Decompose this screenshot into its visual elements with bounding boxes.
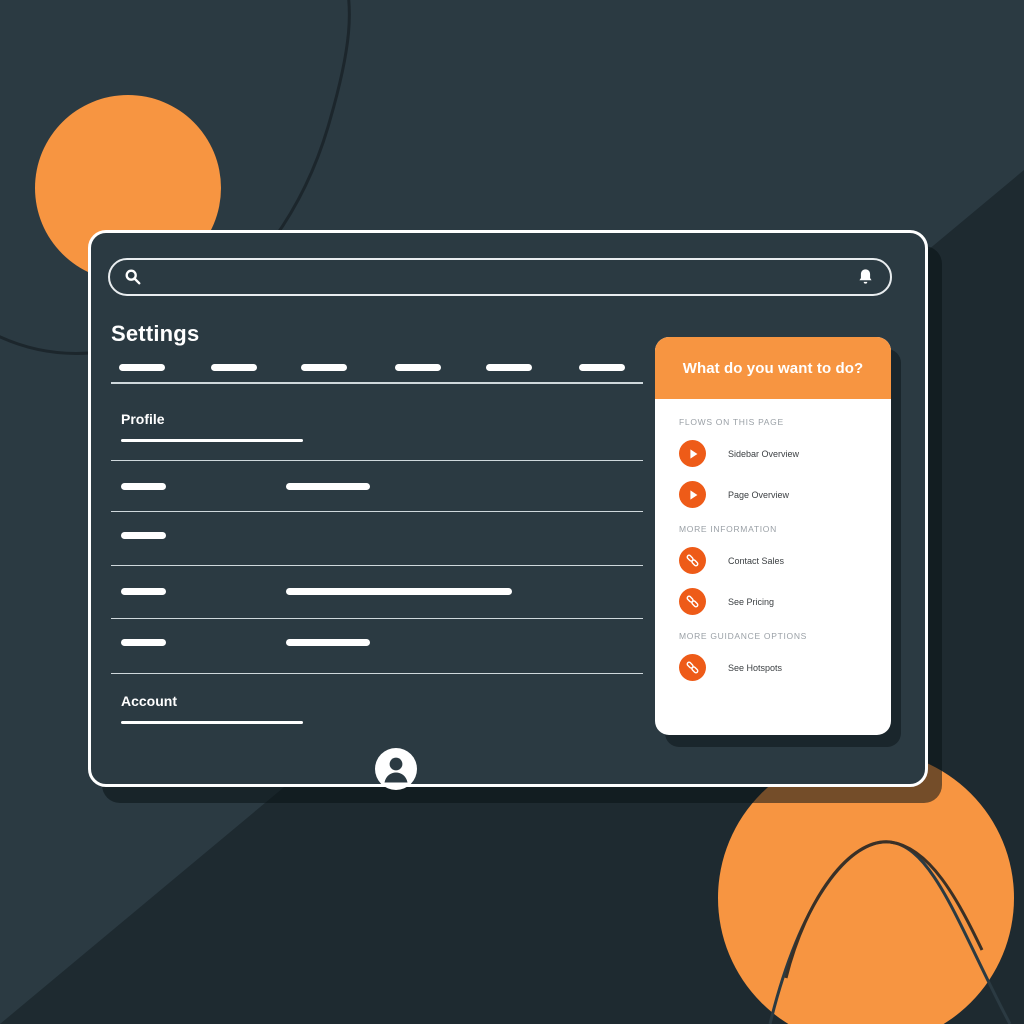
guidance-panel-body: FLOWS ON THIS PAGE Sidebar Overview Page… bbox=[655, 399, 891, 681]
tab-strip bbox=[111, 364, 643, 386]
tab-underline bbox=[111, 382, 643, 384]
panel-section-label: MORE INFORMATION bbox=[679, 524, 777, 534]
panel-section-flows: FLOWS ON THIS PAGE Sidebar Overview Page… bbox=[679, 417, 891, 508]
field-label-placeholder bbox=[121, 532, 166, 539]
panel-item-contact-sales[interactable]: Contact Sales bbox=[679, 547, 891, 574]
bell-icon[interactable] bbox=[857, 268, 874, 287]
panel-item-page-overview[interactable]: Page Overview bbox=[679, 481, 891, 508]
section-heading-rule bbox=[121, 721, 303, 724]
play-icon bbox=[679, 440, 706, 467]
field-label-placeholder bbox=[121, 483, 166, 490]
section-heading-account: Account bbox=[121, 693, 177, 709]
user-avatar-icon[interactable] bbox=[374, 747, 418, 791]
panel-item-label: Page Overview bbox=[728, 489, 790, 500]
panel-item-label: Contact Sales bbox=[728, 555, 785, 566]
page-title: Settings bbox=[111, 321, 200, 346]
tab-placeholder[interactable] bbox=[486, 364, 532, 371]
play-icon bbox=[679, 481, 706, 508]
section-heading-rule bbox=[121, 439, 303, 442]
form-row-divider bbox=[111, 673, 643, 674]
panel-item-label: See Hotspots bbox=[728, 662, 783, 673]
panel-section-more-information: MORE INFORMATION Contact Sales See Prici… bbox=[679, 524, 891, 615]
tab-placeholder[interactable] bbox=[119, 364, 165, 371]
form-row-divider bbox=[111, 618, 643, 619]
link-icon bbox=[679, 547, 706, 574]
field-label-placeholder bbox=[121, 639, 166, 646]
form-row-divider bbox=[111, 511, 643, 512]
panel-item-sidebar-overview[interactable]: Sidebar Overview bbox=[679, 440, 891, 467]
guidance-panel: What do you want to do? FLOWS ON THIS PA… bbox=[655, 337, 891, 735]
search-input[interactable] bbox=[152, 269, 842, 285]
field-value-placeholder[interactable] bbox=[286, 483, 370, 490]
section-heading-profile: Profile bbox=[121, 411, 165, 427]
panel-item-label: See Pricing bbox=[728, 596, 775, 607]
link-icon bbox=[679, 654, 706, 681]
guidance-panel-header: What do you want to do? bbox=[655, 337, 891, 399]
search-bar[interactable] bbox=[108, 258, 892, 296]
tab-placeholder[interactable] bbox=[579, 364, 625, 371]
form-row-divider bbox=[111, 565, 643, 566]
link-icon bbox=[679, 588, 706, 615]
panel-section-label: MORE GUIDANCE OPTIONS bbox=[679, 631, 808, 641]
tab-placeholder[interactable] bbox=[211, 364, 257, 371]
field-label-placeholder bbox=[121, 588, 166, 595]
panel-item-see-hotspots[interactable]: See Hotspots bbox=[679, 654, 891, 681]
panel-item-label: Sidebar Overview bbox=[728, 448, 800, 459]
form-row-divider bbox=[111, 460, 643, 461]
search-icon bbox=[125, 269, 141, 285]
panel-section-label: FLOWS ON THIS PAGE bbox=[679, 417, 784, 427]
tab-placeholder[interactable] bbox=[301, 364, 347, 371]
tab-placeholder[interactable] bbox=[395, 364, 441, 371]
panel-section-more-guidance: MORE GUIDANCE OPTIONS See Hotspots bbox=[679, 631, 891, 681]
field-value-placeholder[interactable] bbox=[286, 588, 512, 595]
field-value-placeholder[interactable] bbox=[286, 639, 370, 646]
panel-item-see-pricing[interactable]: See Pricing bbox=[679, 588, 891, 615]
guidance-panel-title: What do you want to do? bbox=[682, 359, 864, 377]
